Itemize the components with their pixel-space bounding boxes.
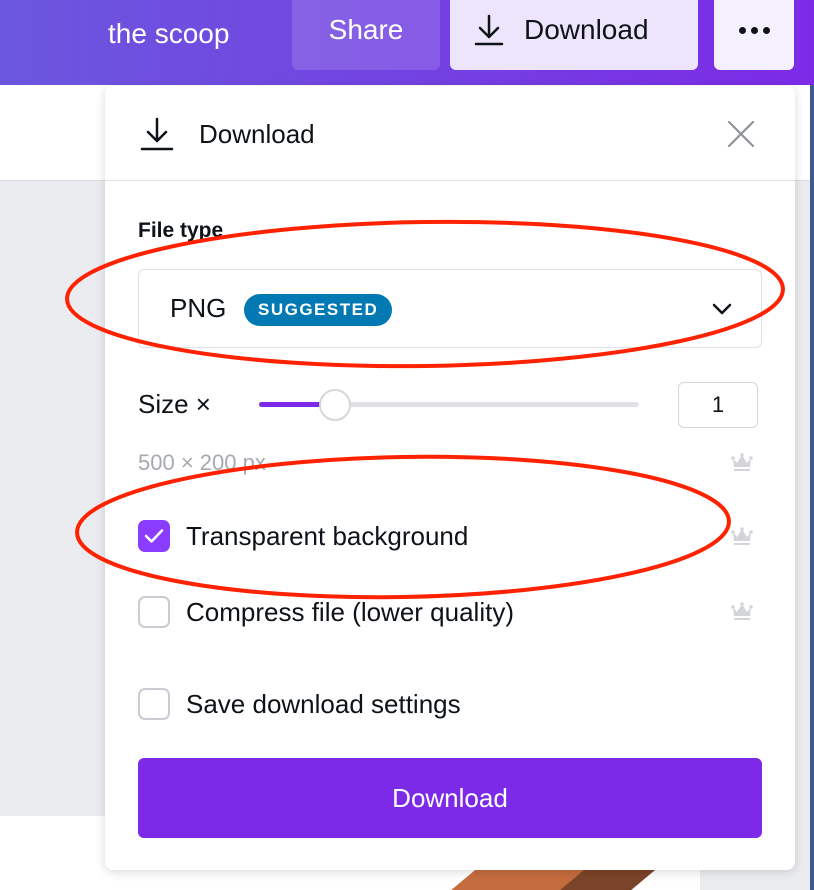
file-type-select[interactable]: PNG SUGGESTED: [138, 269, 762, 348]
crown-icon: [731, 527, 753, 545]
dimensions-text: 500 × 200 px: [138, 450, 266, 475]
compress-file-checkbox[interactable]: [138, 596, 170, 628]
top-bar: the scoop Share Download: [0, 0, 814, 85]
close-icon: [727, 120, 755, 148]
size-label: Size ×: [138, 389, 211, 419]
crown-icon: [731, 453, 753, 471]
download-icon: [474, 14, 504, 46]
share-button[interactable]: Share: [292, 0, 440, 70]
chevron-down-icon: [712, 303, 732, 315]
compress-file-label: Compress file (lower quality): [186, 597, 514, 627]
background-window-edge: [810, 85, 814, 890]
crown-icon: [731, 602, 753, 620]
download-panel: Download File type PNG SUGGESTED Size × …: [105, 86, 795, 870]
transparent-background-option[interactable]: Transparent background: [138, 516, 468, 556]
save-download-settings-option[interactable]: Save download settings: [138, 684, 461, 724]
panel-title: Download: [199, 119, 315, 149]
close-button[interactable]: [725, 118, 757, 150]
file-type-label: File type: [138, 219, 224, 242]
slider-thumb[interactable]: [319, 389, 351, 421]
download-menu-label: Download: [524, 14, 649, 45]
more-dot: [750, 26, 758, 34]
size-multiplier-input[interactable]: [678, 382, 758, 428]
size-slider[interactable]: [259, 389, 639, 421]
checkmark-icon: [144, 529, 164, 543]
download-menu-button[interactable]: Download: [450, 0, 698, 70]
file-type-value: PNG: [170, 293, 227, 323]
transparent-background-checkbox[interactable]: [138, 520, 170, 552]
save-download-settings-label: Save download settings: [186, 689, 461, 719]
more-options-button[interactable]: [714, 0, 794, 70]
save-download-settings-checkbox[interactable]: [138, 688, 170, 720]
download-icon: [140, 117, 174, 151]
suggested-badge: SUGGESTED: [244, 294, 393, 326]
download-submit-button[interactable]: Download: [138, 758, 762, 838]
panel-header: Download: [105, 86, 795, 181]
compress-file-option[interactable]: Compress file (lower quality): [138, 592, 514, 632]
more-horizontal-icon: [738, 26, 746, 34]
transparent-background-label: Transparent background: [186, 521, 469, 551]
document-title[interactable]: the scoop: [108, 14, 229, 54]
more-dot: [762, 26, 770, 34]
